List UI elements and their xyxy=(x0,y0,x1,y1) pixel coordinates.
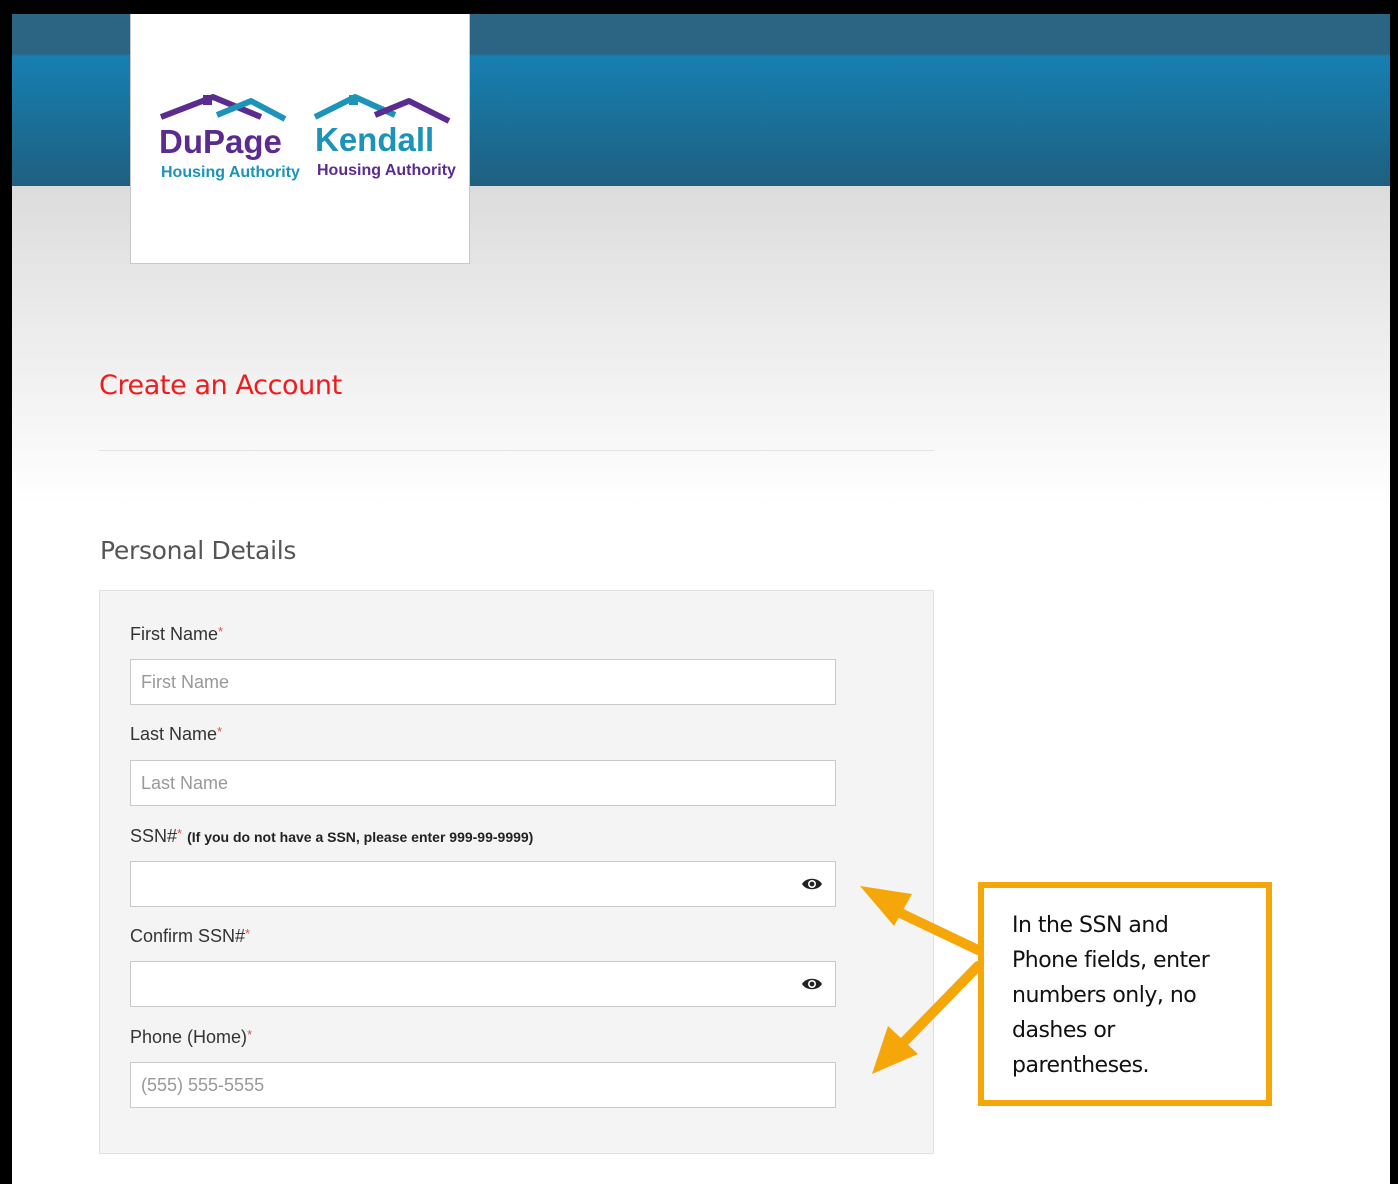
callout-line: Phone fields, enter xyxy=(1012,948,1210,973)
callout-arrow-to-ssn xyxy=(860,886,983,955)
page-frame: DuPage Housing Authority Kendall Housing… xyxy=(12,14,1390,1184)
callout-line: dashes or xyxy=(1012,1018,1115,1043)
callout-text: In the SSN and Phone fields, enter numbe… xyxy=(1012,908,1252,1083)
callout-line: parentheses. xyxy=(1012,1053,1150,1078)
callout-line: In the SSN and xyxy=(1012,913,1169,938)
annotation-callout: In the SSN and Phone fields, enter numbe… xyxy=(978,882,1272,1106)
callout-line: numbers only, no xyxy=(1012,983,1197,1008)
callout-arrow-to-phone xyxy=(872,961,983,1074)
